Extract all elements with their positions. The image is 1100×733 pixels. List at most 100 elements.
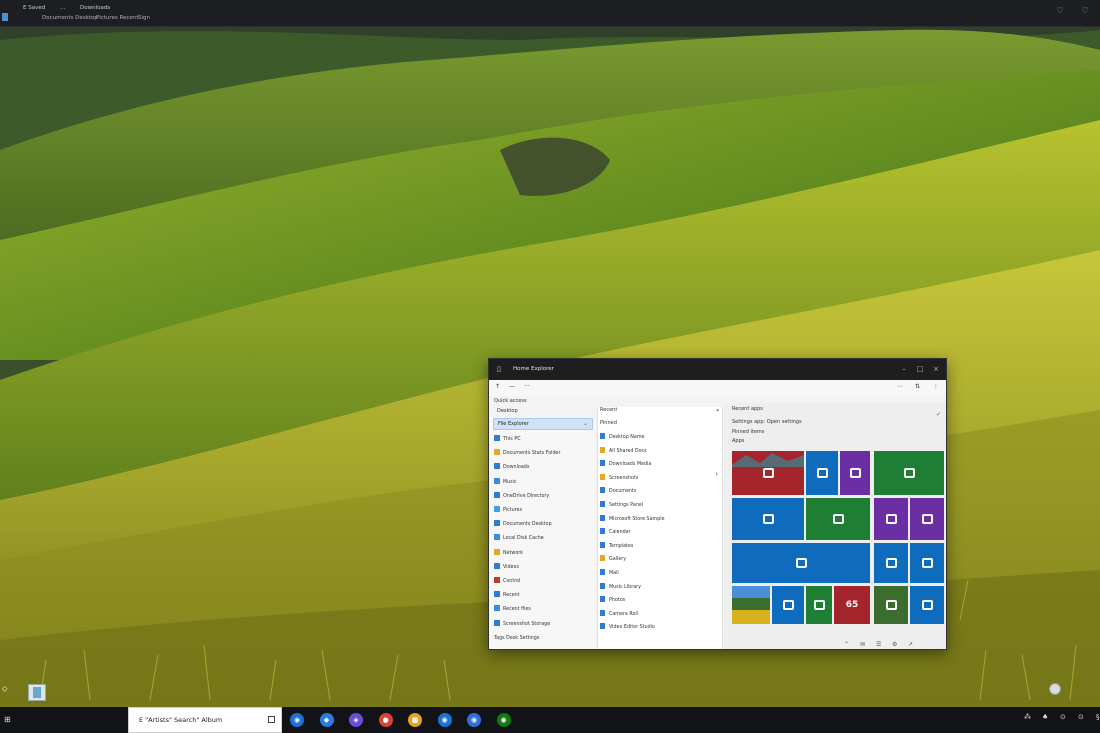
- tiles-footer-icon[interactable]: ☰: [876, 641, 881, 648]
- tiles-footer-icon[interactable]: ⌃: [844, 641, 849, 648]
- nav-item[interactable]: Network: [494, 548, 523, 558]
- list-item[interactable]: All Shared Docs: [600, 446, 647, 456]
- taskbar-app-xbox-icon[interactable]: ◉: [496, 713, 511, 727]
- topbar-item-more[interactable]: ...: [60, 5, 65, 11]
- tile-calendar[interactable]: [732, 498, 804, 540]
- tile-number[interactable]: 65: [834, 586, 870, 624]
- view-button[interactable]: ⋯: [897, 383, 903, 390]
- favorite-icon[interactable]: ♡: [1080, 6, 1090, 16]
- topbar-control-icon[interactable]: ♡: [1055, 6, 1065, 16]
- new-button[interactable]: —: [509, 383, 515, 390]
- tile-photos[interactable]: [732, 451, 804, 495]
- list-item[interactable]: Camera Roll: [600, 609, 638, 619]
- file-icon: [600, 487, 605, 494]
- tray-icon[interactable]: ⁂: [1024, 713, 1031, 721]
- breadcrumb-sub[interactable]: Desktop: [497, 408, 518, 414]
- breadcrumb[interactable]: Quick access: [494, 398, 527, 404]
- nav-item[interactable]: Documents Desktop: [494, 519, 552, 529]
- window-titlebar[interactable]: ▯ Home Explorer – □ ×: [489, 359, 946, 380]
- tray-icon[interactable]: §: [1096, 713, 1100, 721]
- nav-item[interactable]: Downloads: [494, 462, 529, 472]
- nav-item[interactable]: OneDrive Directory: [494, 491, 549, 501]
- tile-apps[interactable]: [840, 451, 870, 495]
- recycle-bin-icon[interactable]: [28, 684, 46, 701]
- nav-item[interactable]: Recent files: [494, 604, 531, 614]
- maximize-button[interactable]: □: [915, 364, 925, 374]
- nav-item[interactable]: This PC: [494, 434, 521, 444]
- chevron-down-icon[interactable]: ⌄: [583, 420, 588, 427]
- nav-item[interactable]: Screenshot Storage: [494, 619, 550, 629]
- list-item[interactable]: Microsoft Store Sample: [600, 514, 665, 524]
- tile-mail[interactable]: [806, 451, 838, 495]
- taskbar-search-box[interactable]: E "Artists" Search" Album: [128, 707, 282, 733]
- taskbar-app-teams-icon[interactable]: ◈: [349, 713, 363, 727]
- tile-excel[interactable]: [806, 498, 870, 540]
- tile-sports[interactable]: [874, 586, 908, 624]
- taskbar-app-store-icon[interactable]: ◆: [319, 713, 334, 727]
- taskbar-app-mail-icon[interactable]: ◉: [467, 713, 481, 727]
- list-item[interactable]: Desktop Name: [600, 432, 644, 442]
- minimize-button[interactable]: –: [899, 364, 909, 374]
- nav-item[interactable]: Videos: [494, 562, 519, 572]
- pin-icon[interactable]: ⬦: [2, 684, 8, 694]
- details-icon[interactable]: ⋮: [933, 383, 939, 390]
- nav-item[interactable]: Pictures: [494, 505, 522, 515]
- tile-maps[interactable]: [732, 586, 770, 624]
- tile-onenote[interactable]: [874, 498, 908, 540]
- tile-onedrive[interactable]: [910, 543, 944, 583]
- topbar-item-pictures[interactable]: Pictures Recent: [96, 15, 139, 21]
- tiles-footer-icon[interactable]: ↗: [908, 641, 913, 648]
- list-item[interactable]: Downloads Media: [600, 459, 651, 469]
- tile-teams[interactable]: [910, 498, 944, 540]
- topbar-item-documents[interactable]: Documents Desktop: [42, 15, 98, 21]
- tile-xbox[interactable]: [806, 586, 832, 624]
- task-view-icon[interactable]: [268, 716, 275, 723]
- chevron-right-icon[interactable]: ›: [715, 470, 718, 478]
- check-icon[interactable]: ✓: [936, 411, 941, 418]
- tray-icon[interactable]: ♠: [1042, 713, 1048, 721]
- list-item[interactable]: Screenshots: [600, 473, 638, 483]
- tiles-footer-icon[interactable]: ⚙: [892, 641, 897, 648]
- tile-people[interactable]: [910, 586, 944, 624]
- sort-icon[interactable]: ⇅: [915, 383, 920, 390]
- topbar-item-saved[interactable]: E Saved: [23, 5, 45, 11]
- list-item[interactable]: Music Library: [600, 582, 641, 592]
- taskbar-app-office-icon[interactable]: ■: [408, 713, 422, 727]
- tile-movies[interactable]: [874, 543, 908, 583]
- tray-icon[interactable]: ⊙: [1060, 713, 1066, 721]
- nav-item[interactable]: Music: [494, 477, 517, 487]
- list-item[interactable]: Calendar: [600, 527, 631, 537]
- tray-icon[interactable]: ⊙: [1078, 713, 1084, 721]
- list-item[interactable]: Documents: [600, 486, 636, 496]
- taskbar-app-edge-icon[interactable]: ◉: [290, 713, 304, 727]
- menu-button[interactable]: ···: [524, 383, 530, 390]
- tile-news[interactable]: [772, 586, 804, 624]
- nav-item[interactable]: Documents Stats Folder: [494, 448, 560, 458]
- search-input[interactable]: E "Artists" Search" Album: [139, 716, 222, 724]
- file-icon: [600, 569, 605, 575]
- nav-bottom-links[interactable]: Tags Desk Settings: [494, 636, 539, 641]
- tile-weather[interactable]: [732, 543, 870, 583]
- taskbar-app-chrome-icon[interactable]: ●: [378, 713, 393, 727]
- topbar-item-downloads[interactable]: Downloads: [80, 5, 110, 11]
- list-item[interactable]: Photos: [600, 595, 625, 605]
- nav-selected-item[interactable]: File Explorer ⌄: [493, 418, 593, 430]
- list-item[interactable]: Gallery: [600, 554, 626, 564]
- list-item[interactable]: Templates: [600, 541, 633, 551]
- tile-store[interactable]: [874, 451, 944, 495]
- topbar-item-sign[interactable]: Sign: [138, 15, 150, 21]
- list-item[interactable]: Mail: [600, 568, 619, 578]
- nav-item[interactable]: Local Disk Cache: [494, 533, 544, 543]
- nav-item[interactable]: Control: [494, 576, 520, 586]
- taskbar-app-outlook-icon[interactable]: ◉: [437, 713, 452, 727]
- list-item[interactable]: Settings Panel: [600, 500, 643, 510]
- tiles-footer-icon[interactable]: ✉: [860, 641, 865, 648]
- start-button[interactable]: ⊞: [4, 715, 11, 724]
- list-item[interactable]: Video Editor Studio: [600, 622, 655, 632]
- tiles-line-settings[interactable]: Settings app: Open settings: [732, 419, 802, 425]
- nav-item[interactable]: Recent: [494, 590, 520, 600]
- close-button[interactable]: ×: [931, 364, 941, 374]
- notification-bubble-icon[interactable]: [1049, 683, 1061, 695]
- sort-caret-icon[interactable]: ▴: [716, 407, 719, 413]
- up-button[interactable]: ↑: [495, 383, 500, 390]
